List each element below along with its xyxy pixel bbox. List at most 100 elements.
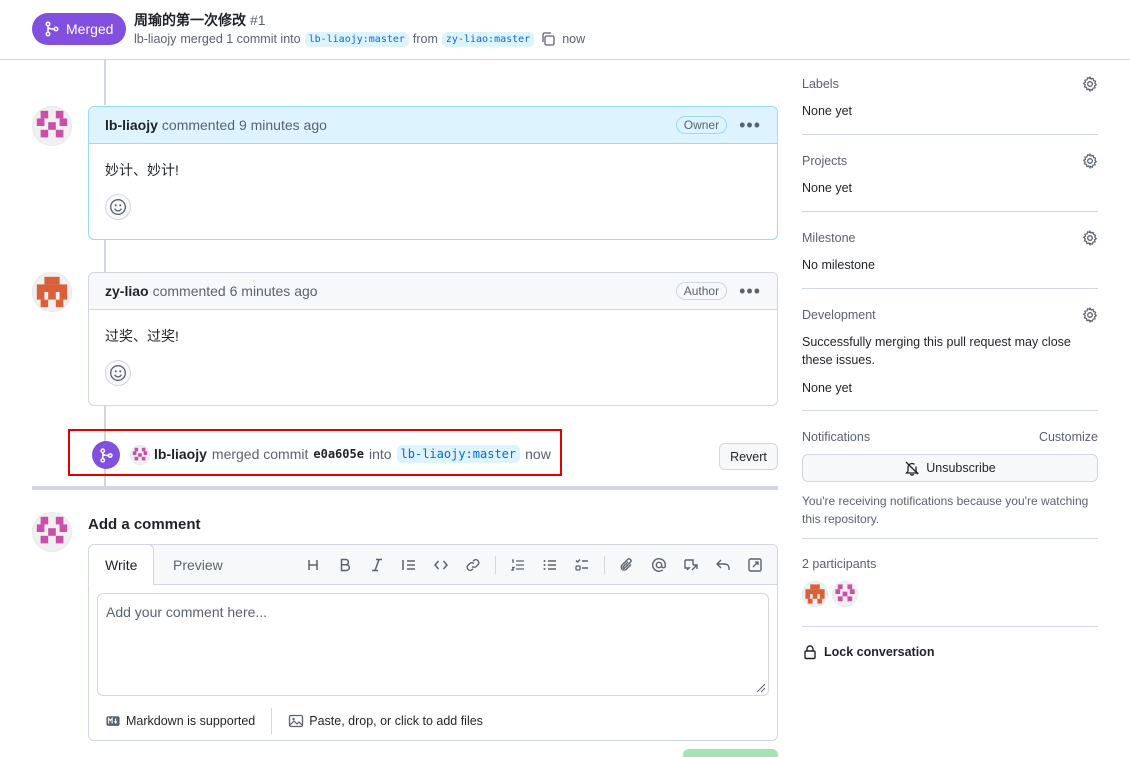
merge-time[interactable]: now <box>525 446 551 462</box>
bold-icon[interactable] <box>329 555 361 575</box>
merge-actor-link[interactable]: lb-liaojy <box>154 446 207 462</box>
add-reaction-button[interactable] <box>105 360 131 386</box>
pr-subtitle: lb-liaojy merged 1 commit into lb-liaojy… <box>134 31 585 47</box>
tab-preview-label: Preview <box>173 556 223 573</box>
sidebar-participants: 2 participants <box>802 557 1098 627</box>
pr-number: #1 <box>250 12 266 28</box>
comment-body: 妙计、妙计! <box>89 144 777 236</box>
comment-timestamp[interactable]: commented 9 minutes ago <box>162 117 327 133</box>
identicon-orange <box>803 582 827 606</box>
cross-reference-icon[interactable] <box>675 555 707 575</box>
task-list-icon[interactable] <box>566 555 598 575</box>
gear-icon[interactable] <box>1082 230 1098 246</box>
resize-handle-icon[interactable] <box>754 681 766 693</box>
identicon-pink <box>833 582 857 606</box>
comment-text: 妙计、妙计! <box>105 162 179 178</box>
avatar-current-user[interactable] <box>32 512 72 552</box>
timeline-end-divider <box>32 486 778 490</box>
projects-heading: Projects <box>802 154 848 168</box>
comment-textarea[interactable]: Add your comment here... <box>97 593 769 696</box>
unordered-list-icon[interactable] <box>534 555 566 575</box>
pr-time: now <box>562 32 586 46</box>
markdown-supported-link[interactable]: Markdown is supported <box>105 714 255 728</box>
comment-text: 过奖、过奖! <box>105 328 179 344</box>
heading-icon[interactable] <box>297 555 329 575</box>
author-badge: Author <box>675 282 728 300</box>
notifications-note: You're receiving notifications because y… <box>802 494 1089 526</box>
link-icon[interactable] <box>457 555 489 575</box>
owner-badge: Owner <box>675 116 728 134</box>
revert-button[interactable]: Revert <box>719 443 778 470</box>
comment-header: zy-liao commented 6 minutes ago Author •… <box>89 273 777 310</box>
avatar-lb-liaojy[interactable] <box>32 106 72 146</box>
target-branch-label[interactable]: lb-liaojy:master <box>396 445 521 463</box>
italic-icon[interactable] <box>361 555 393 575</box>
pr-title: 周瑜的第一次修改 #1 <box>134 10 266 30</box>
toolbar-divider <box>495 556 496 574</box>
lock-icon <box>804 645 816 660</box>
pr-sticky-header: Merged 周瑜的第一次修改 #1 lb-liaojy merged 1 com… <box>0 0 1130 60</box>
revert-button-label: Revert <box>730 449 767 464</box>
merge-event-row: lb-liaojy merged commit e0a605e into lb-… <box>68 429 562 476</box>
labels-heading: Labels <box>802 77 839 91</box>
comment-author[interactable]: lb-liaojy <box>105 117 158 133</box>
unsubscribe-label: Unsubscribe <box>926 461 996 475</box>
pr-merge-text: merged 1 commit into <box>180 32 301 46</box>
tab-preview[interactable]: Preview <box>157 544 239 585</box>
markdown-toolbar <box>297 555 771 575</box>
tab-write-label: Write <box>105 556 138 573</box>
tab-write[interactable]: Write <box>88 544 155 585</box>
mention-icon[interactable] <box>643 555 675 575</box>
pr-from-text: from <box>412 32 438 46</box>
development-description: Successfully merging this pull request m… <box>802 335 1071 367</box>
editor-tabs: Write Preview <box>88 544 777 585</box>
participants-heading: 2 participants <box>802 557 877 571</box>
quote-icon[interactable] <box>393 555 425 575</box>
code-icon[interactable] <box>425 555 457 575</box>
lock-conversation-label: Lock conversation <box>824 645 935 659</box>
ordered-list-icon[interactable] <box>502 555 534 575</box>
participant-avatar-lb-liaojy[interactable] <box>832 581 858 607</box>
participant-avatar-zy-liao[interactable] <box>802 581 828 607</box>
kebab-icon[interactable]: ••• <box>739 282 761 300</box>
base-branch-label[interactable]: lb-liaojy:master <box>304 31 409 47</box>
sidebar-notifications: Notifications Customize Unsubscribe You'… <box>802 430 1098 539</box>
merge-icon <box>45 21 59 37</box>
commit-sha-link[interactable]: e0a605e <box>313 447 364 461</box>
avatar-small-lb-liaojy[interactable] <box>130 445 150 465</box>
comment-submit-button[interactable] <box>683 749 778 757</box>
toolbar-divider <box>604 556 605 574</box>
sidebar-development: Development Successfully merging this pu… <box>802 307 1098 411</box>
kebab-icon[interactable]: ••• <box>739 116 761 134</box>
comment-header: lb-liaojy commented 9 minutes ago Owner … <box>89 107 777 144</box>
bell-slash-icon <box>905 461 920 476</box>
head-branch-label[interactable]: zy-liao:master <box>441 31 535 47</box>
gear-icon[interactable] <box>1082 307 1098 323</box>
pr-author-link[interactable]: lb-liaojy <box>134 32 176 46</box>
customize-link[interactable]: Customize <box>1039 430 1098 444</box>
participants-list <box>802 581 1098 607</box>
comment-author[interactable]: zy-liao <box>105 283 149 299</box>
merge-event-text: lb-liaojy merged commit e0a605e into lb-… <box>154 445 551 463</box>
merged-status-label: Merged <box>66 21 114 37</box>
attach-icon[interactable] <box>611 555 643 575</box>
unsubscribe-button[interactable]: Unsubscribe <box>802 454 1098 482</box>
gear-icon[interactable] <box>1082 153 1098 169</box>
attach-files-link[interactable]: Paste, drop, or click to add files <box>288 713 483 729</box>
gear-icon[interactable] <box>1082 76 1098 92</box>
editor-footer: Markdown is supported Paste, drop, or cl… <box>105 708 483 734</box>
fullscreen-icon[interactable] <box>739 555 771 575</box>
milestone-heading: Milestone <box>802 231 856 245</box>
add-reaction-button[interactable] <box>105 194 131 220</box>
comment-timestamp[interactable]: commented 6 minutes ago <box>153 283 318 299</box>
sidebar-labels: Labels None yet <box>802 76 1098 135</box>
reply-icon[interactable] <box>707 555 739 575</box>
image-icon <box>289 714 304 728</box>
smiley-icon <box>110 199 126 215</box>
copy-icon[interactable] <box>540 31 556 47</box>
labels-value: None yet <box>802 104 853 118</box>
avatar-zy-liao[interactable] <box>32 272 72 312</box>
sidebar-projects: Projects None yet <box>802 153 1098 212</box>
identicon-pink <box>131 446 149 464</box>
lock-conversation-link[interactable]: Lock conversation <box>802 644 934 660</box>
